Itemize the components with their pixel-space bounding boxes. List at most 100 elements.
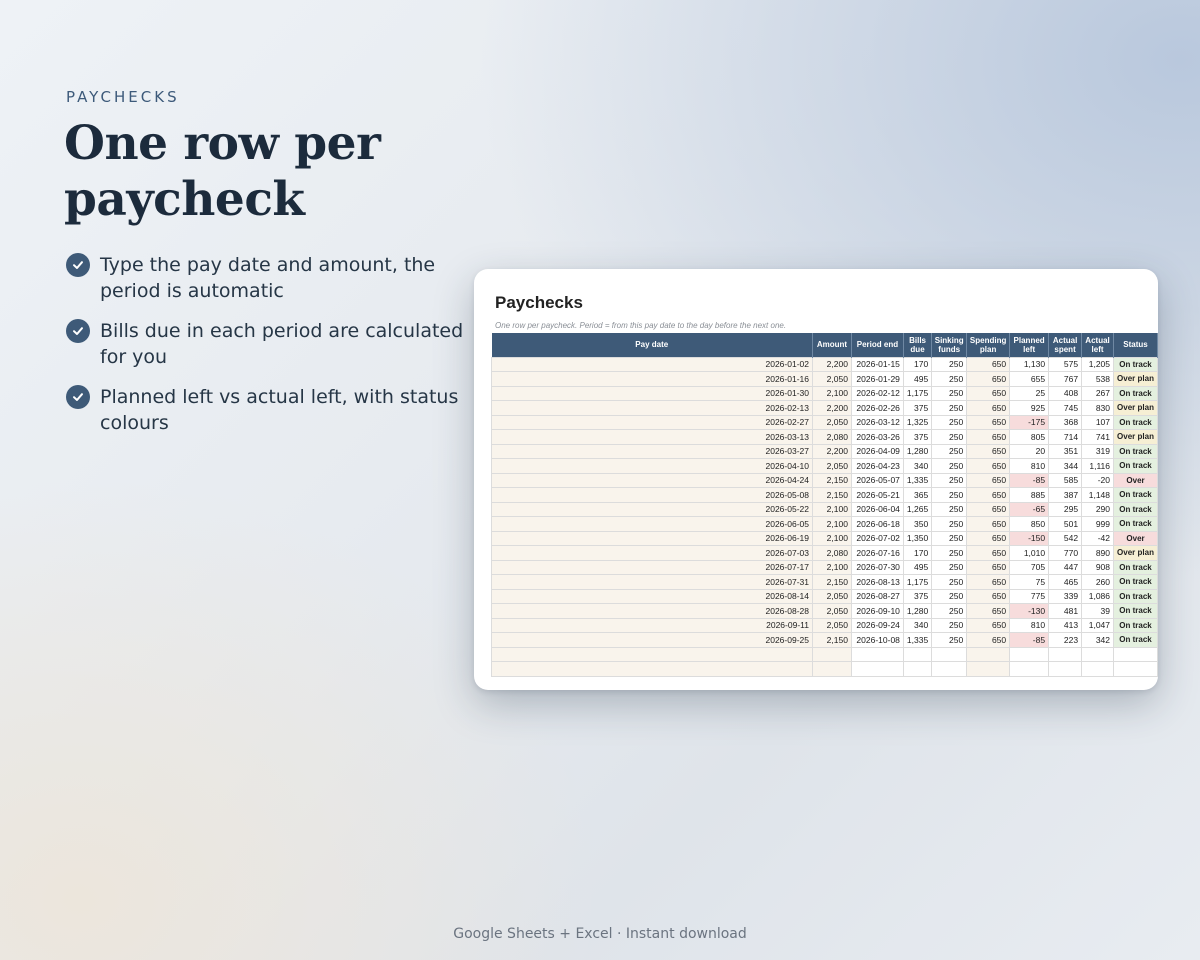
table-cell[interactable]: 1,010 xyxy=(1009,545,1050,561)
empty-cell[interactable] xyxy=(1081,661,1115,677)
table-cell[interactable]: 650 xyxy=(966,574,1011,590)
column-header[interactable]: Status xyxy=(1113,333,1158,357)
table-cell[interactable]: 375 xyxy=(902,400,933,416)
table-cell[interactable]: 650 xyxy=(966,487,1011,503)
table-cell[interactable]: 538 xyxy=(1081,371,1115,387)
table-cell[interactable]: 2,100 xyxy=(811,501,852,517)
table-cell[interactable]: 1,280 xyxy=(902,443,933,459)
table-cell[interactable]: 775 xyxy=(1009,588,1050,604)
table-cell[interactable]: 2026-07-02 xyxy=(850,530,904,546)
table-cell[interactable]: 340 xyxy=(902,458,933,474)
table-cell[interactable]: 2,050 xyxy=(811,458,852,474)
table-cell[interactable]: 650 xyxy=(966,458,1011,474)
table-cell[interactable]: 2026-10-08 xyxy=(850,632,904,648)
table-cell[interactable]: On track xyxy=(1113,632,1158,648)
table-cell[interactable]: 375 xyxy=(902,588,933,604)
column-header[interactable]: Period end xyxy=(851,333,904,357)
table-cell[interactable]: 2026-08-28 xyxy=(491,603,813,619)
table-cell[interactable]: 250 xyxy=(931,458,968,474)
table-cell[interactable]: 2,150 xyxy=(811,632,852,648)
table-cell[interactable]: On track xyxy=(1113,574,1158,590)
table-cell[interactable]: 2026-04-23 xyxy=(850,458,904,474)
table-cell[interactable]: 501 xyxy=(1048,516,1083,532)
table-cell[interactable]: 250 xyxy=(931,559,968,575)
table-cell[interactable]: On track xyxy=(1113,458,1158,474)
table-cell[interactable]: 2,050 xyxy=(811,617,852,633)
table-cell[interactable]: 1,175 xyxy=(902,385,933,401)
table-cell[interactable]: 810 xyxy=(1009,617,1050,633)
table-cell[interactable]: 2,050 xyxy=(811,414,852,430)
empty-cell[interactable] xyxy=(850,646,904,662)
table-cell[interactable]: 2,150 xyxy=(811,487,852,503)
empty-cell[interactable] xyxy=(1113,646,1158,662)
table-cell[interactable]: 650 xyxy=(966,385,1011,401)
table-cell[interactable]: 2,150 xyxy=(811,472,852,488)
table-cell[interactable]: 250 xyxy=(931,414,968,430)
empty-cell[interactable] xyxy=(1048,646,1083,662)
table-cell[interactable]: 2026-07-31 xyxy=(491,574,813,590)
table-cell[interactable]: 650 xyxy=(966,501,1011,517)
table-cell[interactable]: -85 xyxy=(1009,632,1050,648)
column-header[interactable]: Actual left xyxy=(1081,333,1115,357)
table-cell[interactable]: 650 xyxy=(966,472,1011,488)
table-cell[interactable]: 465 xyxy=(1048,574,1083,590)
table-cell[interactable]: 1,335 xyxy=(902,632,933,648)
column-header[interactable]: Sinking funds xyxy=(931,333,968,357)
empty-cell[interactable] xyxy=(1081,646,1115,662)
table-cell[interactable]: 25 xyxy=(1009,385,1050,401)
empty-cell[interactable] xyxy=(850,661,904,677)
table-cell[interactable]: -175 xyxy=(1009,414,1050,430)
table-cell[interactable]: 2026-01-16 xyxy=(491,371,813,387)
column-header[interactable]: Pay date xyxy=(491,333,813,357)
table-cell[interactable]: 2026-01-15 xyxy=(850,356,904,372)
table-cell[interactable]: 39 xyxy=(1081,603,1115,619)
table-cell[interactable]: 250 xyxy=(931,385,968,401)
table-cell[interactable]: 2,050 xyxy=(811,603,852,619)
empty-cell[interactable] xyxy=(811,646,852,662)
empty-cell[interactable] xyxy=(931,661,968,677)
table-cell[interactable]: 250 xyxy=(931,443,968,459)
table-cell[interactable]: -85 xyxy=(1009,472,1050,488)
table-cell[interactable]: 250 xyxy=(931,530,968,546)
table-cell[interactable]: -130 xyxy=(1009,603,1050,619)
table-cell[interactable]: 575 xyxy=(1048,356,1083,372)
table-cell[interactable]: Over xyxy=(1113,472,1158,488)
table-cell[interactable]: 350 xyxy=(902,516,933,532)
table-cell[interactable]: 2026-03-26 xyxy=(850,429,904,445)
empty-cell[interactable] xyxy=(491,661,813,677)
column-header[interactable]: Bills due xyxy=(903,333,933,357)
table-cell[interactable]: 925 xyxy=(1009,400,1050,416)
table-cell[interactable]: 250 xyxy=(931,516,968,532)
empty-cell[interactable] xyxy=(1048,661,1083,677)
table-cell[interactable]: On track xyxy=(1113,603,1158,619)
table-cell[interactable]: On track xyxy=(1113,501,1158,517)
table-cell[interactable]: 1,086 xyxy=(1081,588,1115,604)
table-cell[interactable]: 650 xyxy=(966,559,1011,575)
table-cell[interactable]: -65 xyxy=(1009,501,1050,517)
table-cell[interactable]: 250 xyxy=(931,574,968,590)
table-cell[interactable]: On track xyxy=(1113,588,1158,604)
table-cell[interactable]: 2026-06-18 xyxy=(850,516,904,532)
table-cell[interactable]: 2026-05-08 xyxy=(491,487,813,503)
table-cell[interactable]: 2026-05-21 xyxy=(850,487,904,503)
table-cell[interactable]: 885 xyxy=(1009,487,1050,503)
table-cell[interactable]: 655 xyxy=(1009,371,1050,387)
table-cell[interactable]: 650 xyxy=(966,530,1011,546)
table-cell[interactable]: 1,325 xyxy=(902,414,933,430)
table-cell[interactable]: 319 xyxy=(1081,443,1115,459)
table-cell[interactable]: 447 xyxy=(1048,559,1083,575)
table-cell[interactable]: 1,335 xyxy=(902,472,933,488)
table-cell[interactable]: 2026-02-26 xyxy=(850,400,904,416)
table-cell[interactable]: 340 xyxy=(902,617,933,633)
table-cell[interactable]: 650 xyxy=(966,617,1011,633)
table-cell[interactable]: 2026-08-27 xyxy=(850,588,904,604)
table-cell[interactable]: 250 xyxy=(931,588,968,604)
table-cell[interactable]: 2026-09-24 xyxy=(850,617,904,633)
table-cell[interactable]: 223 xyxy=(1048,632,1083,648)
table-cell[interactable]: 1,148 xyxy=(1081,487,1115,503)
table-cell[interactable]: 2026-01-30 xyxy=(491,385,813,401)
table-cell[interactable]: 2026-07-17 xyxy=(491,559,813,575)
table-cell[interactable]: 495 xyxy=(902,371,933,387)
table-cell[interactable]: 2026-07-16 xyxy=(850,545,904,561)
table-cell[interactable]: 295 xyxy=(1048,501,1083,517)
